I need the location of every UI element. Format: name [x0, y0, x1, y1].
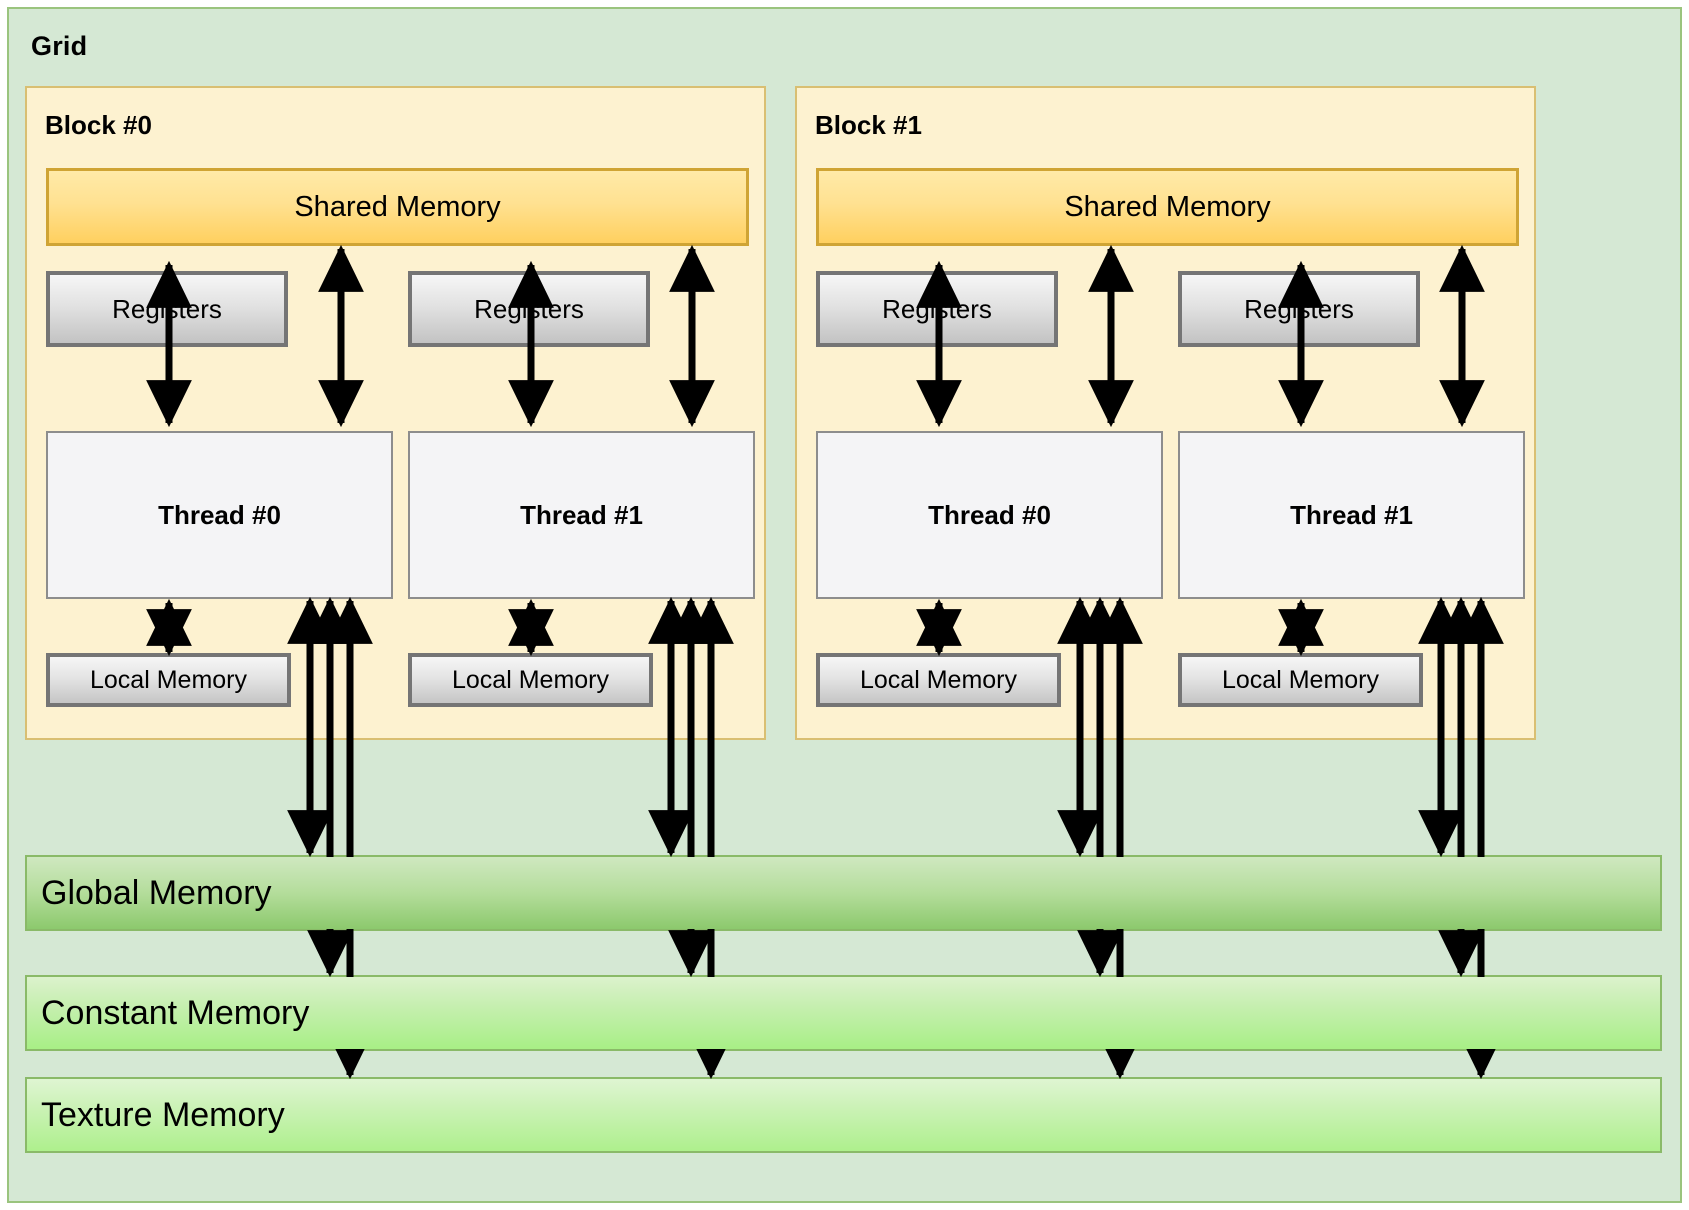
- local-memory-block-1-thread-0: Local Memory: [816, 653, 1061, 707]
- local-memory-block-0-thread-0: Local Memory: [46, 653, 291, 707]
- registers-block-1-thread-0: Registers: [816, 271, 1058, 347]
- shared-memory-block-0: Shared Memory: [46, 168, 749, 246]
- local-memory-block-0-thread-1: Local Memory: [408, 653, 653, 707]
- grid-label: Grid: [31, 31, 88, 61]
- thread-block-1-thread-0: Thread #0: [816, 431, 1163, 599]
- local-memory-block-1-thread-1: Local Memory: [1178, 653, 1423, 707]
- registers-block-1-thread-1: Registers: [1178, 271, 1420, 347]
- thread-block-0-thread-0: Thread #0: [46, 431, 393, 599]
- block-label-0: Block #0: [45, 110, 152, 140]
- texture-memory-bar: Texture Memory: [25, 1077, 1662, 1153]
- global-memory-label-overlay: Global Memory: [41, 873, 272, 912]
- block-label-1: Block #1: [815, 110, 922, 140]
- shared-memory-block-1: Shared Memory: [816, 168, 1519, 246]
- registers-block-0-thread-0: Registers: [46, 271, 288, 347]
- diagram-canvas: Grid Block #0 Shared Memory Registers Re…: [0, 0, 1689, 1210]
- thread-block-1-thread-1: Thread #1: [1178, 431, 1525, 599]
- block-container-1: Block #1 Shared Memory Registers Registe…: [795, 86, 1536, 740]
- registers-block-0-thread-1: Registers: [408, 271, 650, 347]
- thread-block-0-thread-1: Thread #1: [408, 431, 755, 599]
- block-container-0: Block #0 Shared Memory Registers Registe…: [25, 86, 766, 740]
- constant-memory-label-overlay: Constant Memory: [41, 993, 310, 1032]
